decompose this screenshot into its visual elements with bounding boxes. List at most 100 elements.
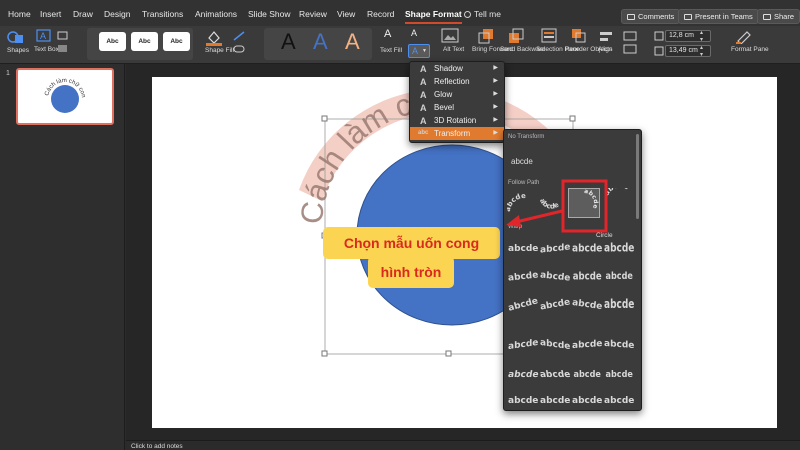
submenu-arrow-icon: ▶ [493, 91, 498, 97]
warp-option[interactable]: abcde [508, 270, 539, 283]
gallery-scrollbar[interactable] [636, 134, 639, 219]
share-button[interactable]: Share [757, 9, 800, 24]
warp-option[interactable]: abcde [539, 370, 571, 380]
group-rotate-icons[interactable] [623, 30, 639, 56]
text-fill-label: Text Fill [380, 47, 403, 54]
send-backward-icon[interactable] [508, 28, 524, 44]
menu-item-shadow[interactable]: A Shadow ▶ [410, 62, 504, 75]
shapes-icon[interactable] [6, 29, 28, 45]
align-icon[interactable] [598, 30, 616, 44]
warp-option[interactable]: abcde [540, 338, 570, 352]
reorder-objects-icon[interactable] [570, 28, 586, 44]
tab-slide-show[interactable]: Slide Show [248, 9, 291, 19]
warp-option[interactable]: abcde [539, 297, 571, 312]
tab-animations[interactable]: Animations [195, 9, 237, 19]
warp-option[interactable]: abcde [606, 370, 633, 380]
warp-option[interactable]: abcde [540, 242, 570, 255]
highlight-box [561, 179, 608, 233]
warp-option[interactable]: abcde [508, 396, 538, 406]
bring-forward-label: Bring Forward [472, 46, 513, 53]
wordart-orange-style[interactable]: A [345, 29, 360, 55]
menu-item-3d-rotation[interactable]: A 3D Rotation ▶ [410, 114, 504, 127]
menu-item-3d-rotation-label: 3D Rotation [434, 116, 477, 125]
ribbon-tabs: Home Insert Draw Design Transitions Anim… [0, 4, 800, 26]
annotation-arrow-line [515, 209, 563, 224]
warp-option[interactable]: abcde [604, 298, 634, 312]
tab-design[interactable]: Design [104, 9, 130, 19]
warp-option[interactable]: abcde [540, 270, 571, 283]
width-stepper[interactable]: ▴ ▾ [700, 44, 703, 58]
warp-option[interactable]: abcde [508, 338, 538, 352]
tab-record[interactable]: Record [367, 9, 394, 19]
shape-width-icon [654, 46, 664, 56]
tab-shape-format[interactable]: Shape Format [405, 9, 462, 24]
menu-item-transform[interactable]: abc Transform ▶ [410, 127, 504, 140]
warp-option[interactable]: abcde [606, 272, 633, 283]
warp-option[interactable]: abcde [572, 396, 602, 406]
callout-line-1: Chọn mẫu uốn cong [323, 227, 500, 259]
wordart-blue-style[interactable]: A [313, 29, 328, 55]
text-effects-button[interactable]: A ▼ [408, 44, 430, 58]
shape-width-input[interactable]: 13,49 cm [665, 45, 711, 57]
text-effects-icon: A [412, 46, 419, 56]
tab-transitions[interactable]: Transitions [142, 9, 183, 19]
shape-height-input[interactable]: 12,8 cm [665, 30, 711, 42]
warp-option[interactable]: abcde [507, 296, 539, 314]
tab-home[interactable]: Home [8, 9, 31, 19]
tell-me-search[interactable]: Tell me [464, 9, 501, 19]
warp-option[interactable]: abcde [604, 396, 634, 406]
send-backward-label: Send Backward [500, 46, 546, 53]
notes-pane[interactable]: Click to add notes [126, 440, 800, 450]
comments-button[interactable]: Comments [621, 9, 681, 24]
menu-item-bevel[interactable]: A Bevel ▶ [410, 101, 504, 114]
shape-style-3[interactable]: Abc [163, 32, 190, 51]
powerpoint-window: Home Insert Draw Design Transitions Anim… [0, 0, 800, 450]
shape-style-1[interactable]: Abc [99, 32, 126, 51]
resize-handle-ne[interactable] [569, 115, 576, 122]
warp-option[interactable]: abcde [507, 370, 539, 380]
warp-option[interactable]: abcde [604, 243, 634, 256]
menu-item-shadow-label: Shadow [434, 64, 463, 73]
no-transform-option[interactable]: abcde [511, 157, 533, 166]
bring-forward-icon[interactable] [478, 28, 494, 44]
text-outline-icon[interactable]: A [411, 28, 417, 38]
present-in-teams-button[interactable]: Present in Teams [678, 9, 759, 24]
warp-option[interactable]: abcde [508, 244, 538, 254]
warp-option[interactable]: abcde [572, 243, 602, 255]
menu-item-reflection[interactable]: A Reflection ▶ [410, 75, 504, 88]
text-box-icon[interactable]: A [36, 29, 52, 43]
format-pane-icon[interactable] [735, 28, 753, 44]
height-stepper[interactable]: ▴ ▾ [700, 29, 703, 43]
warp-option[interactable]: abcde [573, 271, 602, 283]
selection-pane-icon[interactable] [541, 28, 557, 44]
teams-icon [684, 14, 692, 20]
transform-gallery: No Transform abcde Follow Path abcde abc… [503, 129, 642, 411]
slide-number: 1 [6, 70, 10, 77]
warp-option[interactable]: abcde [574, 370, 601, 380]
shape-fill-icon[interactable] [205, 28, 223, 46]
slide-thumbnail[interactable]: Cách làm chữ cong [16, 68, 114, 125]
tab-view[interactable]: View [337, 9, 355, 19]
tab-insert[interactable]: Insert [40, 9, 61, 19]
ribbon: Shapes A Text Box Abc Abc Abc Shape Fill… [0, 26, 800, 64]
text-fill-icon[interactable]: A [384, 28, 391, 40]
warp-option[interactable]: abcde [571, 298, 603, 312]
edit-shape-icon[interactable] [56, 30, 70, 56]
alt-text-icon[interactable] [441, 28, 459, 44]
resize-handle-nw[interactable] [321, 115, 328, 122]
annotation-arrowhead [506, 215, 521, 227]
warp-option[interactable]: abcde [572, 339, 602, 351]
resize-handle-sw[interactable] [321, 350, 328, 357]
shape-outline-icon[interactable] [232, 30, 248, 56]
wordart-black-style[interactable]: A [281, 29, 296, 55]
tab-draw[interactable]: Draw [73, 9, 93, 19]
svg-text:A: A [40, 31, 46, 41]
menu-item-glow[interactable]: A Glow ▶ [410, 88, 504, 101]
warp-option[interactable]: abcde [540, 396, 570, 406]
shape-style-2[interactable]: Abc [131, 32, 158, 51]
tab-review[interactable]: Review [299, 9, 327, 19]
reorder-objects-label: Reorder Objects [565, 46, 613, 53]
submenu-arrow-icon: ▶ [493, 130, 498, 136]
resize-handle-s[interactable] [445, 350, 452, 357]
warp-option[interactable]: abcde [604, 339, 634, 351]
